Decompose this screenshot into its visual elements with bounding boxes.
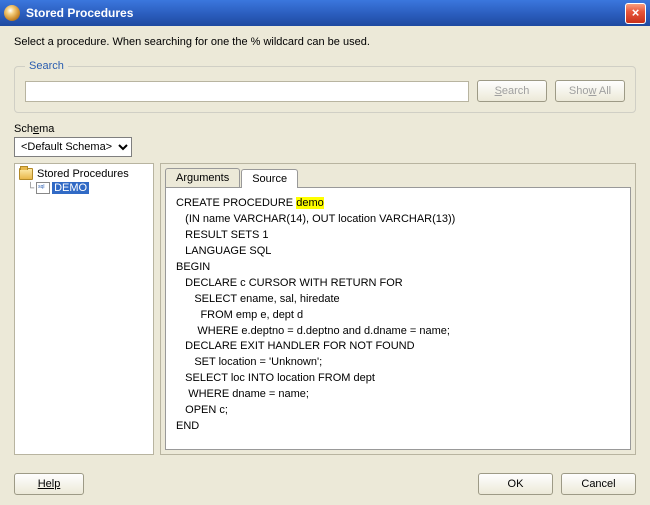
tab-arguments[interactable]: Arguments [165,168,240,187]
source-view[interactable]: CREATE PROCEDURE demo (IN name VARCHAR(1… [165,187,631,450]
schema-label: Schema [14,123,636,135]
schema-select[interactable]: <Default Schema> [14,137,132,157]
procedure-icon [36,182,50,194]
tree-item[interactable]: └ DEMO [27,182,149,194]
right-panel: Arguments Source CREATE PROCEDURE demo (… [160,163,636,455]
search-input[interactable] [25,81,469,102]
tree-root[interactable]: Stored Procedures [19,168,149,180]
tree-panel[interactable]: Stored Procedures └ DEMO [14,163,154,455]
close-button[interactable]: × [625,3,646,24]
folder-icon [19,168,33,180]
ok-button[interactable]: OK [478,473,553,495]
help-button[interactable]: Help [14,473,84,495]
show-all-button[interactable]: Show All [555,80,625,102]
search-group: Search Search Show All [14,60,636,113]
tree-connector: └ [27,183,34,194]
cancel-button[interactable]: Cancel [561,473,636,495]
tree-root-label: Stored Procedures [37,168,129,180]
tab-source[interactable]: Source [241,169,298,188]
app-icon [4,5,20,21]
tree-item-label: DEMO [52,182,89,194]
titlebar: Stored Procedures × [0,0,650,26]
window-title: Stored Procedures [26,6,625,20]
search-legend: Search [25,60,68,72]
tabstrip: Arguments Source [165,168,631,187]
search-button[interactable]: Search [477,80,547,102]
instruction-text: Select a procedure. When searching for o… [14,36,636,48]
